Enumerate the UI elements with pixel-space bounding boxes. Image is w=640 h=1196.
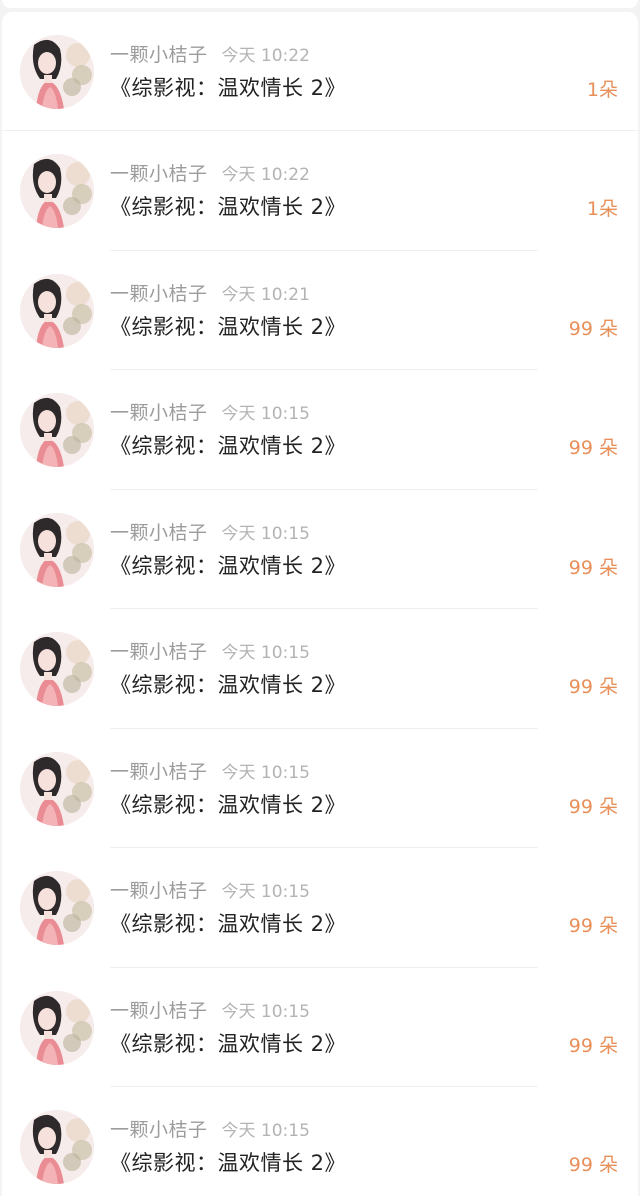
book-title[interactable]: 《综影视：温欢情长 2》 [110,432,346,460]
user-avatar-icon[interactable] [20,632,94,706]
book-title[interactable]: 《综影视：温欢情长 2》 [110,791,346,819]
flower-count: 99 朵 [568,1034,618,1057]
book-title[interactable]: 《综影视：温欢情长 2》 [110,1149,346,1177]
gift-record-item[interactable]: 一颗小桔子 今天 10:15 《综影视：温欢情长 2》 99 朵 [2,609,638,729]
timestamp: 今天 10:15 [221,404,310,424]
user-name[interactable]: 一颗小桔子 [110,1000,208,1022]
name-line: 一颗小桔子 今天 10:21 [110,282,310,306]
user-avatar-icon[interactable] [20,512,94,587]
book-title[interactable]: 《综影视：温欢情长 2》 [110,910,346,938]
name-line: 一颗小桔子 今天 10:15 [110,999,310,1023]
book-title[interactable]: 《综影视：温欢情长 2》 [110,671,346,699]
book-title[interactable]: 《综影视：温欢情长 2》 [110,74,346,102]
user-name[interactable]: 一颗小桔子 [110,283,208,305]
gift-record-item[interactable]: 一颗小桔子 今天 10:15 《综影视：温欢情长 2》 99 朵 [2,848,638,968]
user-avatar-icon[interactable] [20,35,94,109]
user-avatar-icon[interactable] [20,393,94,467]
previous-card-edge [2,0,638,8]
timestamp: 今天 10:15 [221,882,310,902]
name-line: 一颗小桔子 今天 10:22 [110,43,310,67]
gift-record-item[interactable]: 一颗小桔子 今天 10:15 《综影视：温欢情长 2》 99 朵 [2,1087,638,1196]
gift-record-list: 一颗小桔子 今天 10:22 《综影视：温欢情长 2》 1朵 一颗小桔子 今天 10… [2,12,638,1196]
name-line: 一颗小桔子 今天 10:15 [110,640,310,664]
flower-count: 99 朵 [568,1154,618,1176]
timestamp: 今天 10:15 [221,523,310,544]
gift-record-item[interactable]: 一颗小桔子 今天 10:15 《综影视：温欢情长 2》 99 朵 [2,968,638,1087]
user-name[interactable]: 一颗小桔子 [110,44,208,66]
gift-record-item[interactable]: 一颗小桔子 今天 10:15 《综影视：温欢情长 2》 99 朵 [2,729,638,848]
flower-count: 99 朵 [568,676,618,698]
user-avatar-icon[interactable] [20,154,94,228]
user-name[interactable]: 一颗小桔子 [110,1119,208,1141]
timestamp: 今天 10:15 [221,643,310,663]
user-name[interactable]: 一颗小桔子 [110,880,208,902]
user-avatar-icon[interactable] [20,273,94,348]
timestamp: 今天 10:22 [221,165,310,185]
name-line: 一颗小桔子 今天 10:15 [110,401,310,425]
user-avatar-icon[interactable] [20,1110,94,1184]
name-line: 一颗小桔子 今天 10:15 [110,760,310,784]
flower-count: 99 朵 [568,437,618,459]
gift-record-item[interactable]: 一颗小桔子 今天 10:15 《综影视：温欢情长 2》 99 朵 [2,490,638,609]
user-name[interactable]: 一颗小桔子 [110,402,208,424]
gift-record-item[interactable]: 一颗小桔子 今天 10:15 《综影视：温欢情长 2》 99 朵 [2,370,638,490]
user-avatar-icon[interactable] [20,990,94,1065]
flower-count: 99 朵 [568,795,618,818]
user-name[interactable]: 一颗小桔子 [110,761,208,783]
gift-record-item[interactable]: 一颗小桔子 今天 10:22 《综影视：温欢情长 2》 1朵 [2,12,638,131]
flower-count: 1朵 [586,198,618,220]
book-title[interactable]: 《综影视：温欢情长 2》 [110,313,346,341]
name-line: 一颗小桔子 今天 10:15 [110,1118,310,1142]
gift-record-item[interactable]: 一颗小桔子 今天 10:21 《综影视：温欢情长 2》 99 朵 [2,251,638,370]
book-title[interactable]: 《综影视：温欢情长 2》 [110,552,346,580]
name-line: 一颗小桔子 今天 10:15 [110,521,310,545]
book-title[interactable]: 《综影视：温欢情长 2》 [110,1030,346,1058]
timestamp: 今天 10:21 [221,284,310,305]
gift-records-page: 一颗小桔子 今天 10:22 《综影视：温欢情长 2》 1朵 一颗小桔子 今天 10… [0,0,640,1196]
timestamp: 今天 10:22 [221,46,310,66]
gift-record-item[interactable]: 一颗小桔子 今天 10:22 《综影视：温欢情长 2》 1朵 [2,131,638,251]
timestamp: 今天 10:15 [221,1001,310,1022]
user-name[interactable]: 一颗小桔子 [110,163,208,185]
user-name[interactable]: 一颗小桔子 [110,641,208,663]
timestamp: 今天 10:15 [221,762,310,783]
book-title[interactable]: 《综影视：温欢情长 2》 [110,193,346,221]
flower-count: 99 朵 [568,915,618,937]
name-line: 一颗小桔子 今天 10:22 [110,162,310,186]
user-name[interactable]: 一颗小桔子 [110,522,208,544]
flower-count: 1朵 [586,79,618,101]
flower-count: 99 朵 [568,317,618,340]
flower-count: 99 朵 [568,556,618,579]
name-line: 一颗小桔子 今天 10:15 [110,879,310,903]
user-avatar-icon[interactable] [20,871,94,945]
timestamp: 今天 10:15 [221,1121,310,1141]
user-avatar-icon[interactable] [20,751,94,826]
